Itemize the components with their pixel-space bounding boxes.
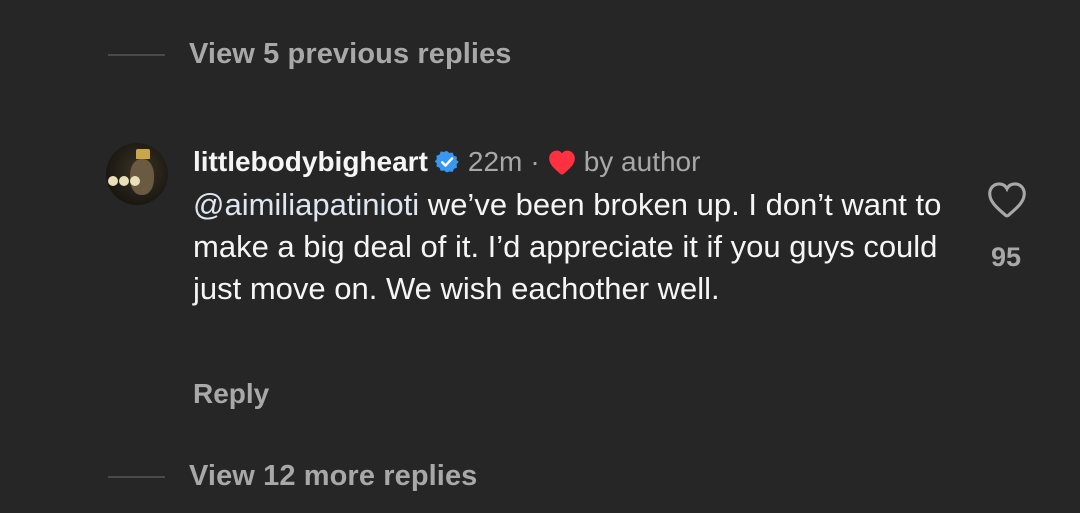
comment-thread: View 5 previous replies littlebodybighea… [0, 0, 1080, 513]
view-previous-replies-label: View 5 previous replies [189, 38, 512, 70]
meta-separator: · [530, 146, 540, 177]
username-link[interactable]: littlebodybigheart [193, 146, 428, 178]
view-more-replies-label: View 12 more replies [189, 460, 478, 492]
reply-button[interactable]: Reply [193, 378, 269, 410]
comment-body: @aimiliapatinioti we’ve been broken up. … [193, 184, 953, 310]
thread-divider [108, 53, 165, 56]
comment-timestamp: 22m [467, 146, 523, 177]
heart-outline-icon[interactable] [986, 180, 1028, 218]
thread-divider [108, 475, 165, 478]
like-count: 95 [990, 242, 1022, 272]
view-more-replies-button[interactable]: View 12 more replies [108, 460, 477, 493]
comment-meta: littlebodybigheart 22m · by author [193, 144, 953, 180]
view-previous-replies-button[interactable]: View 5 previous replies [108, 38, 512, 71]
heart-filled-icon [548, 150, 575, 175]
mention-link[interactable]: @aimiliapatinioti [193, 187, 419, 222]
verified-badge-icon [434, 150, 459, 173]
liked-by-author-label: by author [583, 146, 701, 177]
comment: littlebodybigheart 22m · by author @aimi… [193, 144, 953, 310]
avatar[interactable] [106, 143, 168, 205]
